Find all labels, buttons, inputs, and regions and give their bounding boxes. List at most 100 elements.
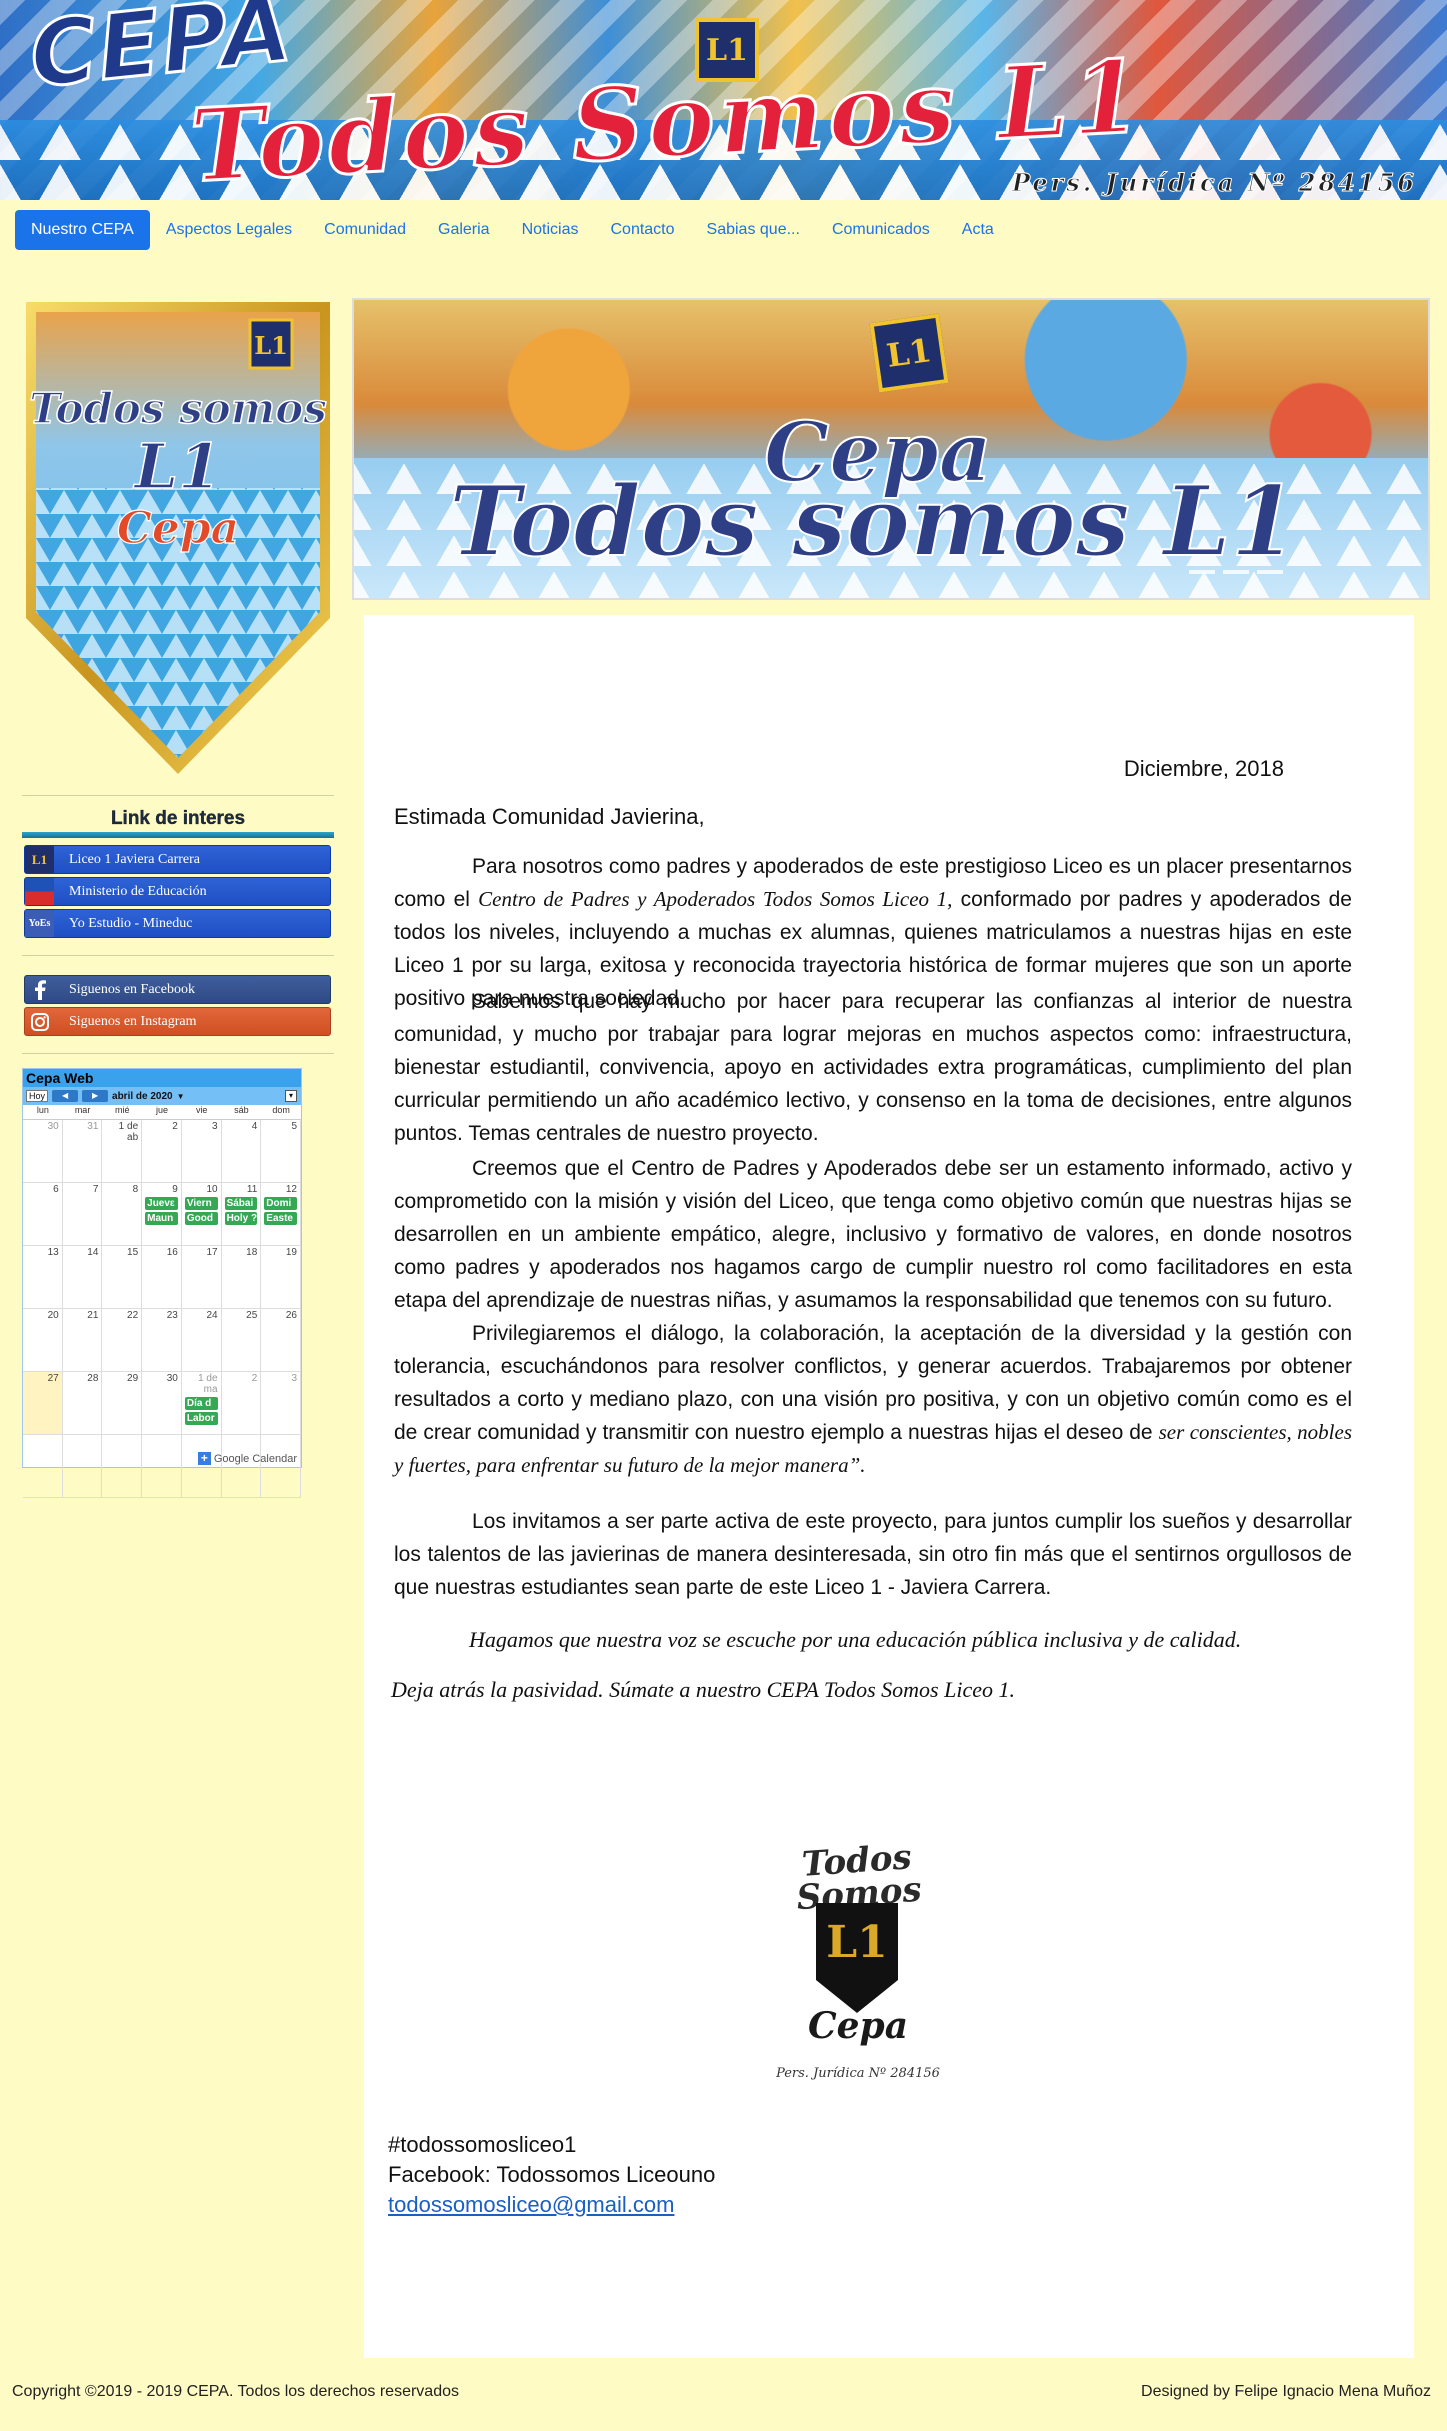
calendar-day[interactable]: 19 xyxy=(261,1246,301,1309)
calendar-day[interactable]: 12 Domi Easte xyxy=(261,1183,301,1246)
calendar-day[interactable]: 26 xyxy=(261,1309,301,1372)
calendar-event[interactable]: Good xyxy=(184,1212,218,1225)
calendar-day[interactable]: 3 xyxy=(261,1372,301,1435)
calendar-event[interactable]: Sábai xyxy=(224,1197,258,1210)
calendar-day[interactable]: 16 xyxy=(142,1246,182,1309)
calendar-event[interactable]: Domi xyxy=(264,1197,297,1210)
calendar-day[interactable] xyxy=(221,1435,262,1498)
calendar-day[interactable]: 27 xyxy=(23,1372,63,1435)
nav-item-galeria[interactable]: Galeria xyxy=(422,210,506,250)
calendar-day-number: 17 xyxy=(206,1247,218,1258)
calendar-day[interactable]: 24 xyxy=(181,1309,222,1372)
calendar-day[interactable]: 15 xyxy=(102,1246,143,1309)
chevron-down-icon[interactable]: ▼ xyxy=(177,1092,185,1101)
calendar-day[interactable] xyxy=(102,1435,143,1498)
calendar-day[interactable]: 30 xyxy=(142,1372,182,1435)
google-calendar-label: Google Calendar xyxy=(213,1452,297,1465)
calendar-day-number: 26 xyxy=(285,1310,297,1321)
calendar-day[interactable]: 25 xyxy=(221,1309,262,1372)
yoestudio-icon: YoEs xyxy=(25,910,54,937)
calendar-day[interactable]: 8 xyxy=(102,1183,143,1246)
calendar-event[interactable]: Día d xyxy=(184,1397,218,1410)
link-facebook[interactable]: Siguenos en Facebook xyxy=(24,975,331,1004)
calendar-event[interactable]: Maun xyxy=(145,1212,178,1225)
calendar-day[interactable]: 14 xyxy=(62,1246,103,1309)
nav-item-sabias-que[interactable]: Sabias que... xyxy=(691,210,816,250)
calendar-day[interactable]: 3 xyxy=(181,1120,222,1183)
calendar-day[interactable]: 2 xyxy=(221,1372,262,1435)
calendar-event[interactable]: Juevε xyxy=(145,1197,178,1210)
calendar-day[interactable] xyxy=(181,1435,222,1498)
calendar-day[interactable] xyxy=(261,1435,301,1498)
calendar-day[interactable]: 11 Sábai Holy ? xyxy=(221,1183,262,1246)
link-liceo1[interactable]: L1 Liceo 1 Javiera Carrera xyxy=(24,845,331,874)
calendar-day-number: 5 xyxy=(291,1121,297,1132)
calendar-day[interactable]: 31 xyxy=(62,1120,103,1183)
calendar-day[interactable]: 22 xyxy=(102,1309,143,1372)
calendar-day-number: 20 xyxy=(47,1310,59,1321)
calendar-day[interactable]: 30 xyxy=(23,1120,63,1183)
calendar-prev-button[interactable]: ◀ xyxy=(52,1090,79,1102)
link-instagram[interactable]: Siguenos en Instagram xyxy=(24,1007,331,1036)
calendar-day-number: 9 xyxy=(172,1184,178,1195)
nav-item-comunidad[interactable]: Comunidad xyxy=(308,210,422,250)
calendar-day[interactable]: 4 xyxy=(221,1120,262,1183)
add-calendar-icon[interactable]: + xyxy=(197,1452,211,1465)
calendar-day-number: 24 xyxy=(206,1310,218,1321)
nav-item-noticias[interactable]: Noticias xyxy=(506,210,595,250)
calendar-day[interactable]: 2 xyxy=(142,1120,182,1183)
link-mineduc[interactable]: Ministerio de Educación xyxy=(24,877,331,906)
calendar-event[interactable]: Holy ? xyxy=(224,1212,258,1225)
calendar-day[interactable]: 9 Juevε Maun xyxy=(142,1183,182,1246)
link-yoestudio[interactable]: YoEs Yo Estudio - Mineduc xyxy=(24,909,331,938)
nav-item-comunicados[interactable]: Comunicados xyxy=(816,210,946,250)
calendar-day[interactable]: 17 xyxy=(181,1246,222,1309)
facebook-handle: Facebook: Todossomos Liceouno xyxy=(388,2162,716,2187)
email-link[interactable]: todossomosliceo@gmail.com xyxy=(388,2192,674,2217)
calendar-month[interactable]: abril de 2020 xyxy=(112,1091,173,1102)
calendar-event[interactable]: Easte xyxy=(264,1212,297,1225)
calendar-weekday: vie xyxy=(195,1105,208,1115)
calendar-day[interactable] xyxy=(23,1435,63,1498)
calendar-day[interactable]: 28 xyxy=(62,1372,103,1435)
nav-item-contacto[interactable]: Contacto xyxy=(594,210,690,250)
google-calendar-link[interactable]: + Google Calendar xyxy=(197,1452,297,1465)
calendar-day[interactable]: 18 xyxy=(221,1246,262,1309)
calendar-day[interactable]: 1 de ab xyxy=(102,1120,143,1183)
banner-carousel-indicators[interactable] xyxy=(1189,570,1283,574)
logo-shield: L1 xyxy=(816,1903,898,2013)
calendar-day[interactable]: 13 xyxy=(23,1246,63,1309)
calendar-day-number: 3 xyxy=(291,1373,297,1384)
nav-item-aspectos-legales[interactable]: Aspectos Legales xyxy=(150,210,308,250)
main-banner: L1 Cepa Todos somos L1 xyxy=(352,298,1430,600)
calendar-view-dropdown[interactable]: ▾ xyxy=(285,1090,297,1102)
calendar-day-number: 11 xyxy=(246,1184,258,1195)
cepa-pennant-image: L1 Todos somos L1 Cepa xyxy=(26,302,330,774)
calendar-day-number: 16 xyxy=(166,1247,178,1258)
link-liceo1-label: Liceo 1 Javiera Carrera xyxy=(69,851,200,867)
calendar-event[interactable]: Labor xyxy=(184,1412,218,1425)
calendar-day[interactable]: 23 xyxy=(142,1309,182,1372)
calendar-day[interactable]: 5 xyxy=(261,1120,301,1183)
calendar-day[interactable] xyxy=(142,1435,182,1498)
calendar-day[interactable] xyxy=(62,1435,103,1498)
calendar-day[interactable]: 21 xyxy=(62,1309,103,1372)
calendar-day[interactable]: 10 Viern Good xyxy=(181,1183,222,1246)
nav-item-nuestro-cepa[interactable]: Nuestro CEPA xyxy=(15,210,150,250)
contact-info: #todossomosliceo1 Facebook: Todossomos L… xyxy=(388,2130,715,2220)
calendar-day-number: 23 xyxy=(166,1310,178,1321)
calendar-today-button[interactable]: Hoy xyxy=(26,1090,49,1102)
calendar-next-button[interactable]: ▶ xyxy=(82,1090,109,1102)
calendar-day[interactable]: 7 xyxy=(62,1183,103,1246)
nav-item-acta[interactable]: Acta xyxy=(946,210,1010,250)
calendar-day[interactable]: 29 xyxy=(102,1372,143,1435)
calendar-weekday: mar xyxy=(74,1105,91,1115)
calendar-day[interactable]: 1 de ma Día d Labor xyxy=(181,1372,222,1435)
facebook-icon xyxy=(25,976,54,1003)
sidebar-divider xyxy=(22,795,334,796)
calendar-day[interactable]: 20 xyxy=(23,1309,63,1372)
calendar-day[interactable]: 6 xyxy=(23,1183,63,1246)
calendar-grid: 30 31 1 de ab 2 3 4 5 6 7 8 9 Juevε Maun 10 Viern Good 1… xyxy=(23,1119,301,1498)
calendar-event[interactable]: Viern xyxy=(184,1197,218,1210)
calendar-day-number: 25 xyxy=(246,1310,258,1321)
